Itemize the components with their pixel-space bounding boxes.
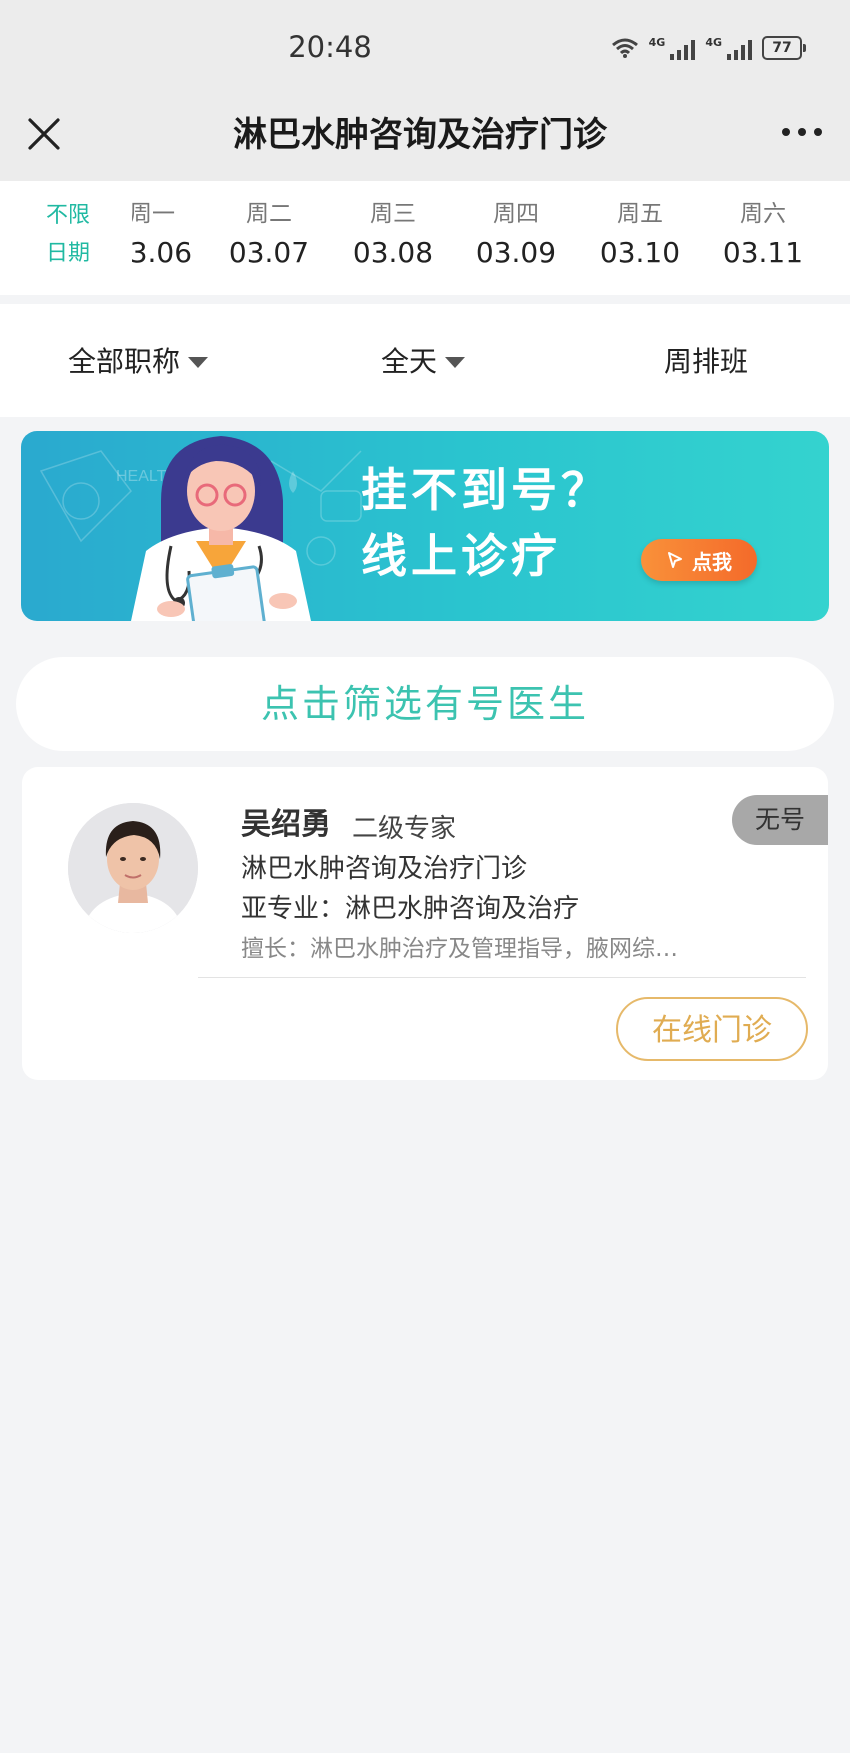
divider bbox=[198, 977, 806, 978]
avatar bbox=[68, 803, 198, 933]
time-filter-dropdown[interactable]: 全天 bbox=[381, 340, 466, 380]
banner-headline: 挂不到号？ 线上诊疗 bbox=[361, 463, 611, 583]
status-bar: 20:48 4G 4G 77 bbox=[0, 0, 850, 100]
date-unlimited[interactable]: 不限 日期 bbox=[38, 197, 98, 273]
filter-bar: 全部职称 全天 周排班 bbox=[0, 304, 850, 417]
date-item[interactable]: 周四 03.09 bbox=[461, 197, 571, 275]
week-schedule-button[interactable]: 周排班 bbox=[664, 340, 748, 380]
close-icon[interactable] bbox=[26, 116, 62, 152]
wifi-icon bbox=[611, 38, 638, 58]
doctor-title: 二级专家 bbox=[352, 814, 457, 844]
status-icons: 4G 4G 77 bbox=[611, 32, 806, 64]
doctor-department: 淋巴水肿咨询及治疗门诊 bbox=[241, 854, 528, 884]
doctor-card[interactable]: 吴绍勇 二级专家 淋巴水肿咨询及治疗门诊 亚专业：淋巴水肿咨询及治疗 擅长：淋巴… bbox=[22, 767, 828, 1080]
chevron-down-icon bbox=[445, 356, 466, 368]
date-item[interactable]: 周五 03.10 bbox=[585, 197, 695, 275]
date-strip-fade bbox=[98, 181, 132, 295]
doctor-subspecialty: 亚专业：淋巴水肿咨询及治疗 bbox=[241, 894, 580, 924]
cursor-icon bbox=[668, 552, 682, 568]
doctor-expertise: 擅长：淋巴水肿治疗及管理指导，腋网综… bbox=[241, 936, 678, 962]
battery-icon: 77 bbox=[762, 36, 806, 60]
doctor-name: 吴绍勇 bbox=[241, 807, 331, 842]
date-item[interactable]: 周二 03.07 bbox=[214, 197, 324, 275]
status-time: 20:48 bbox=[288, 30, 372, 64]
signal-icon: 4G bbox=[649, 36, 696, 60]
doctor-illustration bbox=[131, 436, 311, 621]
date-item[interactable]: 周三 03.08 bbox=[338, 197, 448, 275]
more-icon[interactable] bbox=[782, 128, 822, 136]
nav-bar: 淋巴水肿咨询及治疗门诊 bbox=[0, 100, 850, 181]
filter-available-doctors-button[interactable]: 点击筛选有号医生 bbox=[16, 657, 834, 751]
click-me-button[interactable]: 点我 bbox=[641, 539, 757, 581]
title-filter-dropdown[interactable]: 全部职称 bbox=[68, 340, 209, 380]
page-title: 淋巴水肿咨询及治疗门诊 bbox=[233, 115, 607, 155]
chevron-down-icon bbox=[188, 356, 209, 368]
date-strip: 不限 日期 周一 03.06 周二 03.07 周三 03.08 周四 03.0… bbox=[0, 181, 850, 295]
online-consult-banner[interactable]: HEALTH 挂不到号？ 线上诊疗 点我 bbox=[21, 431, 829, 621]
online-clinic-button[interactable]: 在线门诊 bbox=[616, 997, 808, 1061]
signal-icon: 4G bbox=[705, 36, 752, 60]
date-item[interactable]: 周六 03.11 bbox=[708, 197, 818, 275]
availability-badge: 无号 bbox=[732, 795, 828, 845]
